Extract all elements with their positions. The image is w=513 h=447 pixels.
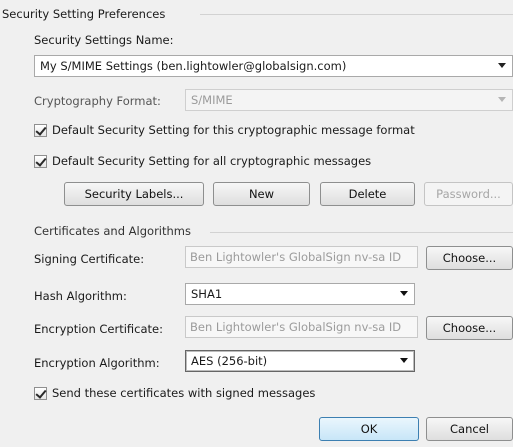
hash-algorithm-combo[interactable]: SHA1 bbox=[185, 283, 415, 305]
security-settings-name-label: Security Settings Name: bbox=[34, 33, 174, 47]
send-certificates-checkbox[interactable] bbox=[34, 387, 47, 400]
encryption-algorithm-value: AES (256-bit) bbox=[191, 354, 268, 368]
security-settings-name-value: My S/MIME Settings (ben.lightowler@globa… bbox=[40, 59, 347, 73]
chevron-down-icon bbox=[498, 97, 506, 102]
default-format-checkbox-label: Default Security Setting for this crypto… bbox=[52, 123, 415, 137]
encryption-certificate-label: Encryption Certificate: bbox=[34, 322, 164, 336]
chevron-down-icon bbox=[498, 63, 506, 68]
default-all-checkbox-label: Default Security Setting for all cryptog… bbox=[52, 154, 372, 168]
hash-algorithm-label: Hash Algorithm: bbox=[34, 289, 127, 303]
default-all-checkbox[interactable] bbox=[34, 155, 47, 168]
default-format-checkbox[interactable] bbox=[34, 124, 47, 137]
cryptography-format-combo[interactable]: S/MIME bbox=[185, 89, 513, 111]
security-settings-name-combo[interactable]: My S/MIME Settings (ben.lightowler@globa… bbox=[34, 55, 513, 77]
encryption-certificate-field[interactable]: Ben Lightowler's GlobalSign nv-sa ID bbox=[185, 316, 418, 338]
signing-certificate-label: Signing Certificate: bbox=[34, 252, 145, 266]
send-certificates-checkbox-label: Send these certificates with signed mess… bbox=[52, 386, 316, 400]
cryptography-format-value: S/MIME bbox=[191, 93, 233, 107]
group-divider bbox=[200, 14, 513, 15]
signing-certificate-field[interactable]: Ben Lightowler's GlobalSign nv-sa ID bbox=[185, 246, 418, 268]
signing-choose-button[interactable]: Choose... bbox=[426, 246, 513, 270]
password-button[interactable]: Password... bbox=[424, 182, 513, 206]
delete-button[interactable]: Delete bbox=[320, 182, 415, 206]
chevron-down-icon bbox=[400, 291, 408, 296]
cryptography-format-label: Cryptography Format: bbox=[34, 94, 161, 108]
chevron-down-icon bbox=[400, 358, 408, 363]
ok-button[interactable]: OK bbox=[319, 417, 419, 441]
security-labels-button[interactable]: Security Labels... bbox=[64, 182, 204, 206]
encryption-algorithm-combo[interactable]: AES (256-bit) bbox=[185, 350, 415, 372]
encryption-algorithm-label: Encryption Algorithm: bbox=[34, 356, 160, 370]
group-divider bbox=[210, 232, 513, 233]
encryption-choose-button[interactable]: Choose... bbox=[426, 316, 513, 340]
security-preferences-group-title: Security Setting Preferences bbox=[2, 7, 174, 21]
certificates-group-title: Certificates and Algorithms bbox=[34, 224, 191, 238]
new-button[interactable]: New bbox=[213, 182, 310, 206]
cancel-button[interactable]: Cancel bbox=[426, 417, 513, 441]
hash-algorithm-value: SHA1 bbox=[191, 287, 223, 301]
